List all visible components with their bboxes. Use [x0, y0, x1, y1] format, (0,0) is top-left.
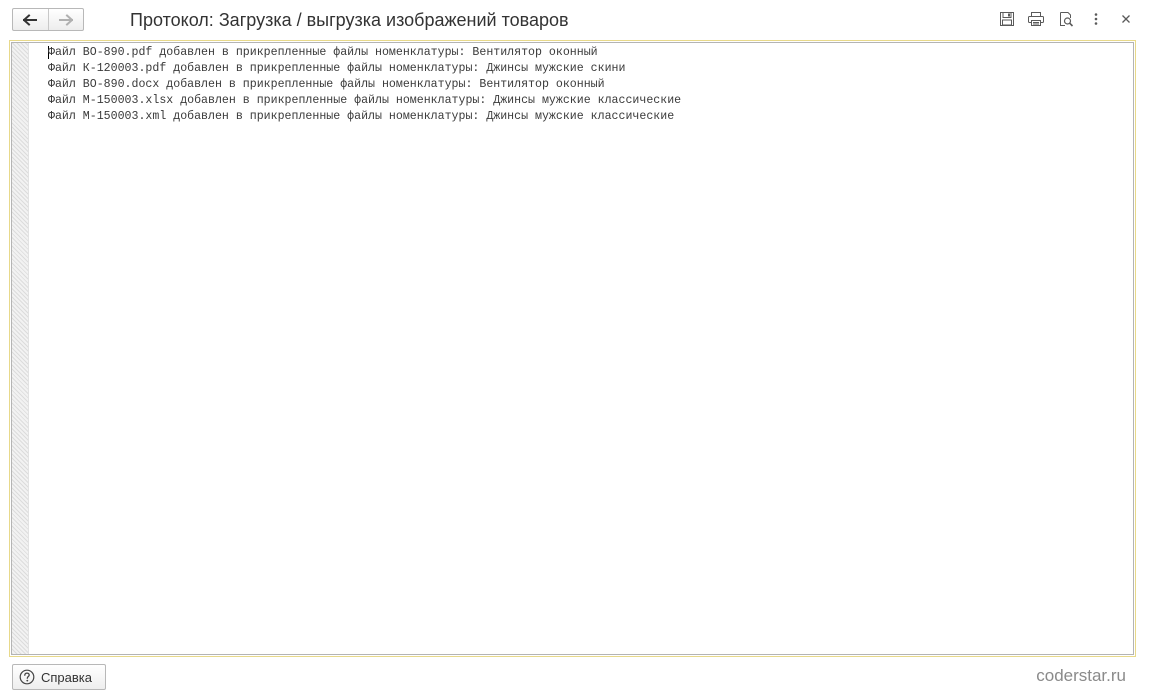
arrow-left-icon [23, 13, 38, 26]
preview-icon [1060, 12, 1074, 27]
more-icon [1094, 13, 1098, 25]
protocol-line: Файл М-150003.xml добавлен в прикрепленн… [48, 110, 675, 123]
protocol-line: Файл ВО-890.pdf добавлен в прикрепленные… [48, 46, 598, 59]
arrow-right-icon [58, 13, 73, 26]
save-button[interactable] [998, 10, 1016, 28]
protocol-lines: Файл ВО-890.pdf добавлен в прикрепленные… [48, 45, 1129, 125]
print-button[interactable] [1027, 10, 1045, 28]
save-icon [1000, 12, 1014, 26]
window-title: Протокол: Загрузка / выгрузка изображени… [130, 10, 569, 30]
navigation-buttons [12, 8, 84, 31]
help-label: Справка [41, 669, 92, 685]
close-button[interactable] [1117, 10, 1135, 28]
preview-button[interactable] [1057, 10, 1075, 28]
help-button[interactable]: Справка [12, 664, 106, 690]
forward-button[interactable] [47, 9, 84, 30]
help-circle-icon [19, 669, 35, 685]
text-document[interactable]: Файл ВО-890.pdf добавлен в прикрепленные… [11, 42, 1134, 655]
protocol-line: Файл ВО-890.docx добавлен в прикрепленны… [48, 78, 605, 91]
protocol-text-field[interactable]: Файл ВО-890.pdf добавлен в прикрепленные… [9, 40, 1136, 657]
protocol-line: Файл К-120003.pdf добавлен в прикрепленн… [48, 62, 626, 75]
watermark: coderstar.ru [1036, 666, 1126, 685]
protocol-line: Файл М-150003.xlsx добавлен в прикреплен… [48, 94, 682, 107]
back-button[interactable] [13, 9, 48, 30]
print-icon [1028, 12, 1044, 26]
line-gutter [12, 43, 29, 654]
close-icon [1122, 15, 1130, 23]
more-button[interactable] [1087, 10, 1105, 28]
